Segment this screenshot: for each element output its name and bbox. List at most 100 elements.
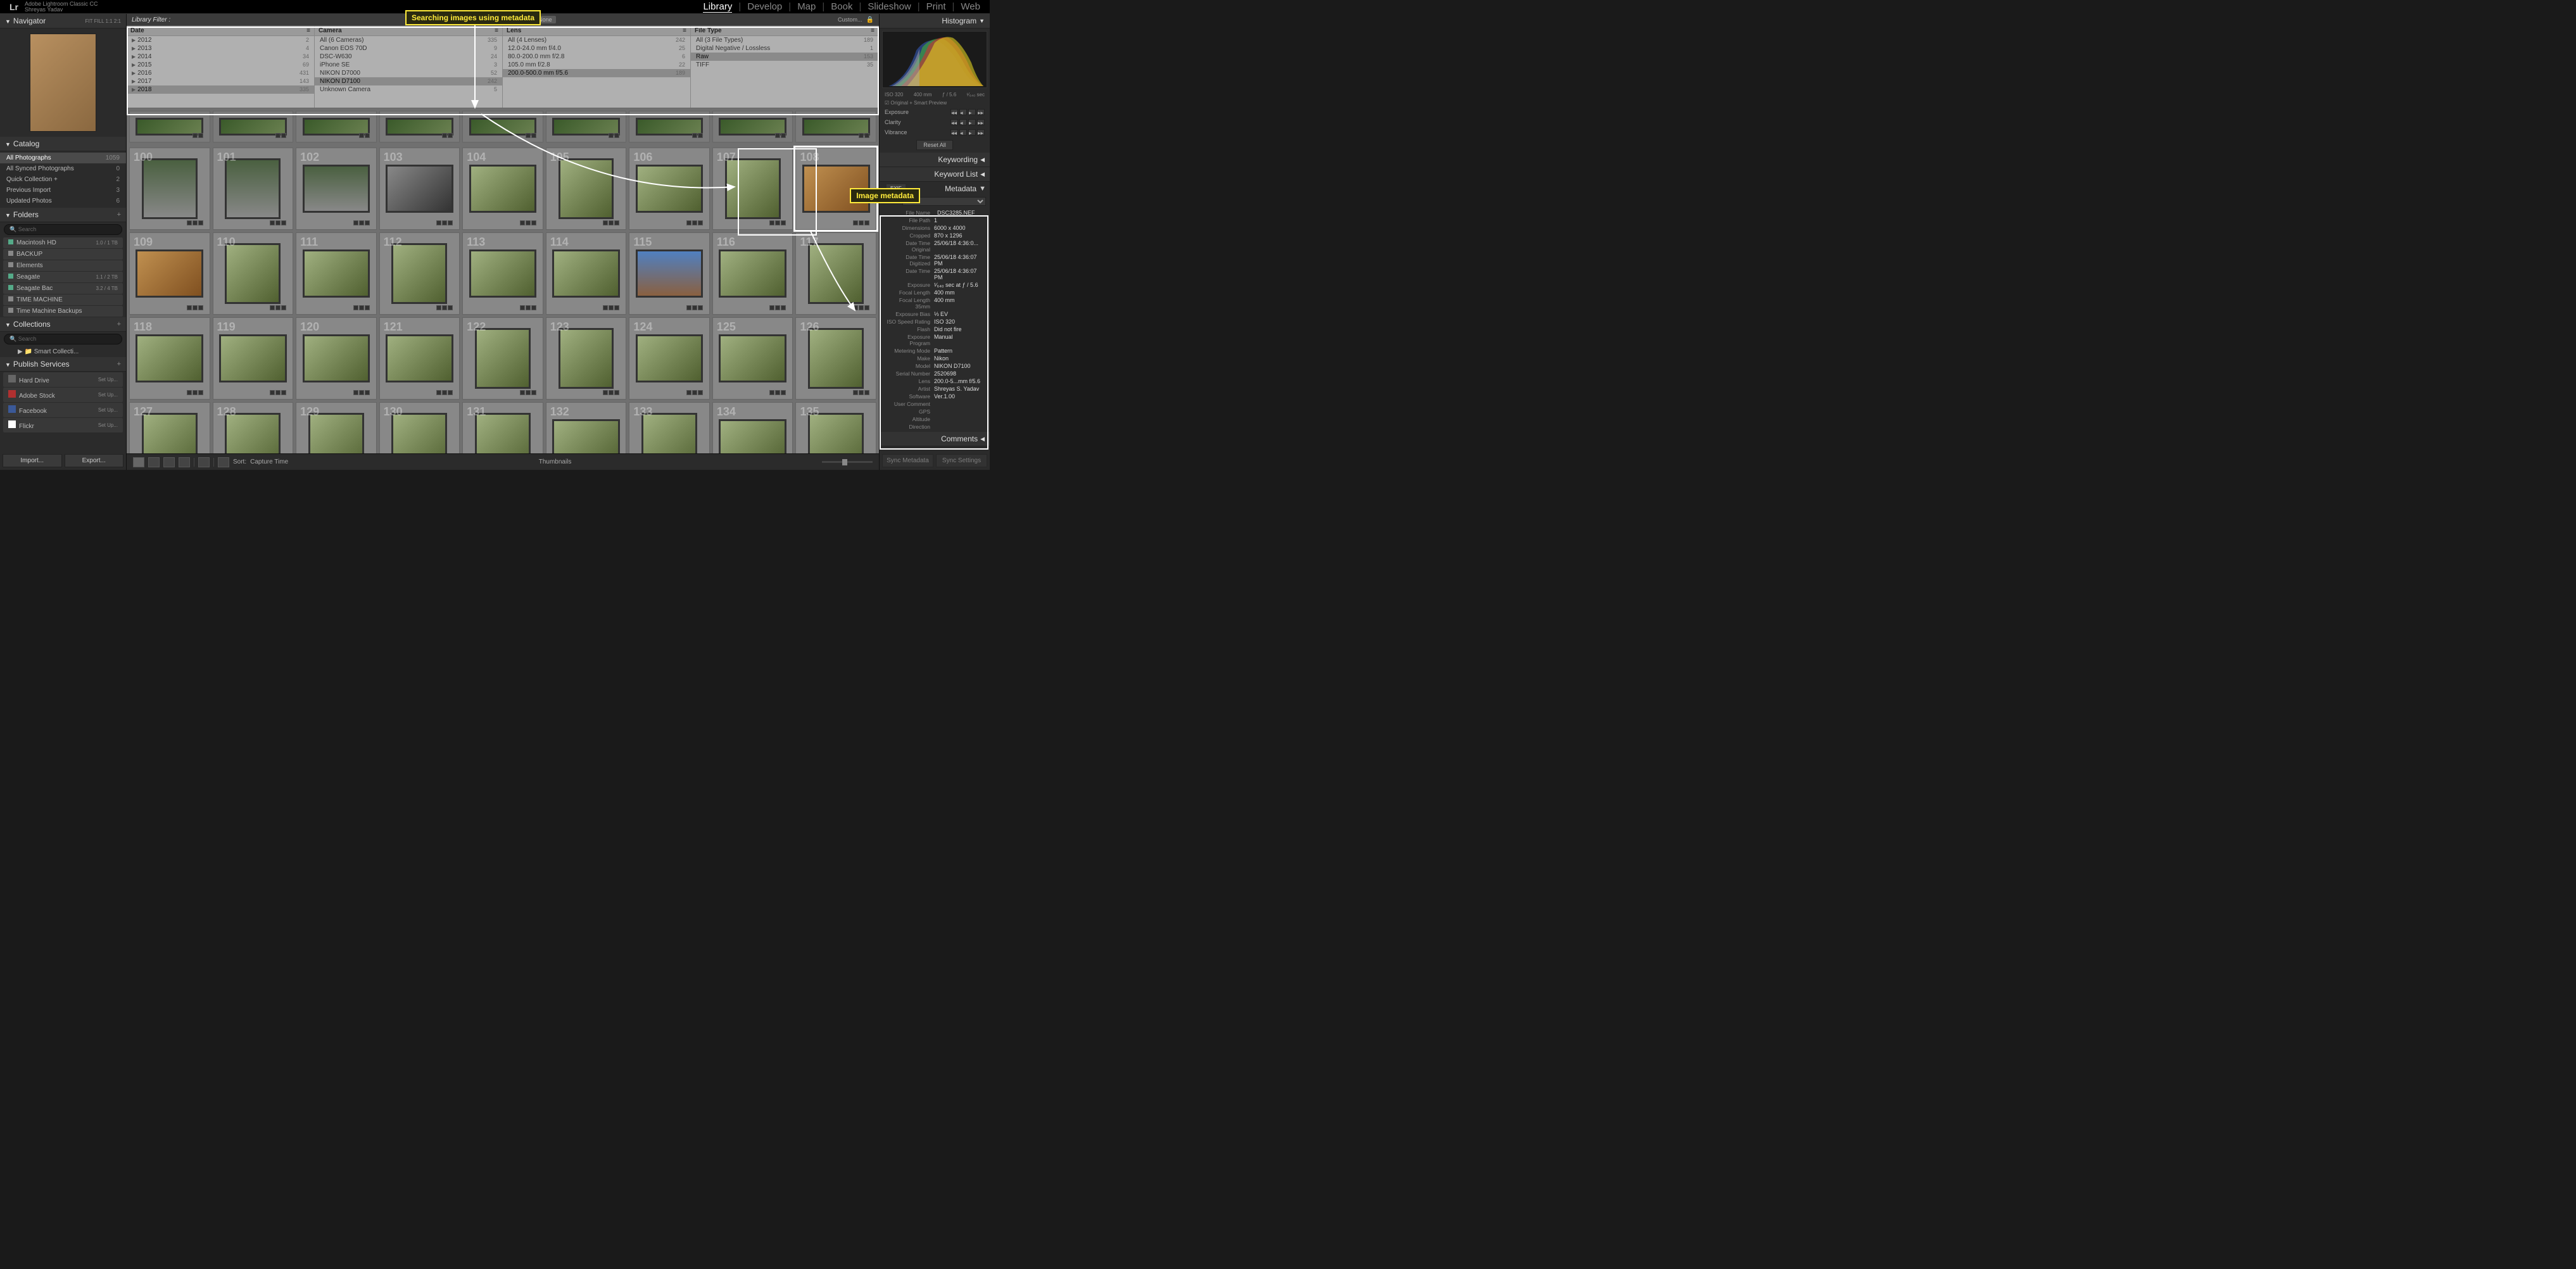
module-print[interactable]: Print: [926, 1, 946, 12]
grid-cell[interactable]: 123: [546, 317, 627, 400]
survey-view-button[interactable]: [179, 457, 190, 467]
module-library[interactable]: Library: [703, 1, 732, 13]
filter-row[interactable]: ▶201569: [127, 61, 314, 69]
import-button[interactable]: Import...: [3, 454, 62, 467]
filter-row[interactable]: ▶2018335: [127, 85, 314, 94]
grid-cell[interactable]: 102: [296, 148, 377, 230]
catalog-item[interactable]: All Synced Photographs0: [0, 163, 126, 174]
filter-row[interactable]: ▶2017143: [127, 77, 314, 85]
folder-item[interactable]: Time Machine Backups: [3, 306, 123, 317]
filter-row[interactable]: Raw153: [691, 53, 878, 61]
grid-cell[interactable]: 117: [795, 232, 876, 315]
filter-row[interactable]: Canon EOS 70D9: [315, 44, 502, 53]
filter-col-header[interactable]: Camera ≡: [315, 26, 502, 36]
filter-preset[interactable]: Custom...: [838, 16, 862, 23]
module-develop[interactable]: Develop: [747, 1, 782, 12]
grid-cell[interactable]: 120: [296, 317, 377, 400]
grid-cell[interactable]: 109: [129, 232, 210, 315]
grid-cell[interactable]: 121: [379, 317, 460, 400]
filter-row[interactable]: Digital Negative / Lossless1: [691, 44, 878, 53]
collections-header[interactable]: ▼Collections +: [0, 317, 126, 332]
catalog-item[interactable]: Previous Import3: [0, 185, 126, 196]
publish-item[interactable]: FlickrSet Up...: [3, 418, 123, 432]
folder-item[interactable]: Seagate1.1 / 2 TB: [3, 272, 123, 282]
catalog-item[interactable]: All Photographs1059: [0, 153, 126, 163]
grid-cell[interactable]: 114: [546, 232, 627, 315]
grid-view-button[interactable]: [133, 457, 144, 467]
grid-cell[interactable]: 125: [712, 317, 793, 400]
filter-lock-icon[interactable]: 🔒: [866, 16, 874, 23]
filter-row[interactable]: All (3 File Types)189: [691, 36, 878, 44]
publish-header[interactable]: ▼Publish Services +: [0, 357, 126, 372]
grid-cell[interactable]: 106: [629, 148, 710, 230]
export-button[interactable]: Export...: [65, 454, 124, 467]
grid-cell[interactable]: 132: [546, 402, 627, 453]
quickdev-exposure[interactable]: Exposure◂◂◂▸▸▸: [880, 107, 990, 117]
folders-header[interactable]: ▼Folders +: [0, 208, 126, 222]
grid-cell[interactable]: [712, 111, 793, 142]
comments-header[interactable]: Comments◀: [880, 432, 990, 446]
grid-cell[interactable]: 122: [462, 317, 543, 400]
sort-value[interactable]: Capture Time: [250, 458, 288, 465]
grid-cell[interactable]: 111: [296, 232, 377, 315]
keywording-header[interactable]: Keywording◀: [880, 153, 990, 167]
folders-search[interactable]: 🔍 Search: [4, 224, 122, 235]
navigator-preview[interactable]: [0, 28, 126, 137]
reset-all-button[interactable]: Reset All: [916, 140, 953, 150]
grid-cell[interactable]: 133: [629, 402, 710, 453]
grid-cell[interactable]: 100: [129, 148, 210, 230]
filter-row[interactable]: DSC-W63024: [315, 53, 502, 61]
filter-row[interactable]: Unknown Camera5: [315, 85, 502, 94]
module-book[interactable]: Book: [831, 1, 852, 12]
grid-cell[interactable]: 104: [462, 148, 543, 230]
filter-row[interactable]: iPhone SE3: [315, 61, 502, 69]
grid-cell[interactable]: 129: [296, 402, 377, 453]
grid-cell[interactable]: [296, 111, 377, 142]
module-web[interactable]: Web: [961, 1, 980, 12]
filter-row[interactable]: All (4 Lenses)242: [503, 36, 690, 44]
filter-row[interactable]: 200.0-500.0 mm f/5.6189: [503, 69, 690, 77]
filter-row[interactable]: NIKON D700052: [315, 69, 502, 77]
quickdev-vibrance[interactable]: Vibrance◂◂◂▸▸▸: [880, 127, 990, 137]
grid-cell[interactable]: 134: [712, 402, 793, 453]
folder-item[interactable]: TIME MACHINE: [3, 294, 123, 305]
grid-cell[interactable]: 118: [129, 317, 210, 400]
filter-row[interactable]: TIFF35: [691, 61, 878, 69]
module-map[interactable]: Map: [797, 1, 816, 12]
collections-search[interactable]: 🔍 Search: [4, 334, 122, 344]
grid-cell[interactable]: 119: [213, 317, 294, 400]
grid-cell[interactable]: [462, 111, 543, 142]
folder-item[interactable]: BACKUP: [3, 249, 123, 260]
histogram-header[interactable]: Histogram▼: [880, 14, 990, 28]
grid-cell[interactable]: 126: [795, 317, 876, 400]
grid-cell[interactable]: [546, 111, 627, 142]
grid-cell[interactable]: 115: [629, 232, 710, 315]
loupe-view-button[interactable]: [148, 457, 160, 467]
compare-view-button[interactable]: [163, 457, 175, 467]
grid-cell[interactable]: [379, 111, 460, 142]
filter-row[interactable]: All (6 Cameras)335: [315, 36, 502, 44]
filter-row[interactable]: ▶20134: [127, 44, 314, 53]
grid-cell[interactable]: 116: [712, 232, 793, 315]
folders-add-icon[interactable]: +: [117, 211, 121, 218]
grid-cell[interactable]: 131: [462, 402, 543, 453]
publish-item[interactable]: Hard DriveSet Up...: [3, 372, 123, 387]
grid-cell[interactable]: 130: [379, 402, 460, 453]
filter-col-header[interactable]: Lens ≡: [503, 26, 690, 36]
grid-cell[interactable]: 112: [379, 232, 460, 315]
sort-direction-button[interactable]: [218, 457, 229, 467]
filter-col-header[interactable]: Date ≡: [127, 26, 314, 36]
grid-cell[interactable]: 103: [379, 148, 460, 230]
publish-item[interactable]: Adobe StockSet Up...: [3, 388, 123, 402]
painter-button[interactable]: [198, 457, 210, 467]
grid-cell[interactable]: 101: [213, 148, 294, 230]
grid-cell[interactable]: [629, 111, 710, 142]
grid-cell[interactable]: [795, 111, 876, 142]
catalog-header[interactable]: ▼Catalog: [0, 137, 126, 151]
sync-metadata-button[interactable]: Sync Metadata: [882, 454, 933, 467]
publish-add-icon[interactable]: +: [117, 360, 121, 368]
filter-row[interactable]: 80.0-200.0 mm f/2.86: [503, 53, 690, 61]
quickdev-clarity[interactable]: Clarity◂◂◂▸▸▸: [880, 117, 990, 127]
filter-row[interactable]: 105.0 mm f/2.822: [503, 61, 690, 69]
publish-item[interactable]: FacebookSet Up...: [3, 403, 123, 417]
